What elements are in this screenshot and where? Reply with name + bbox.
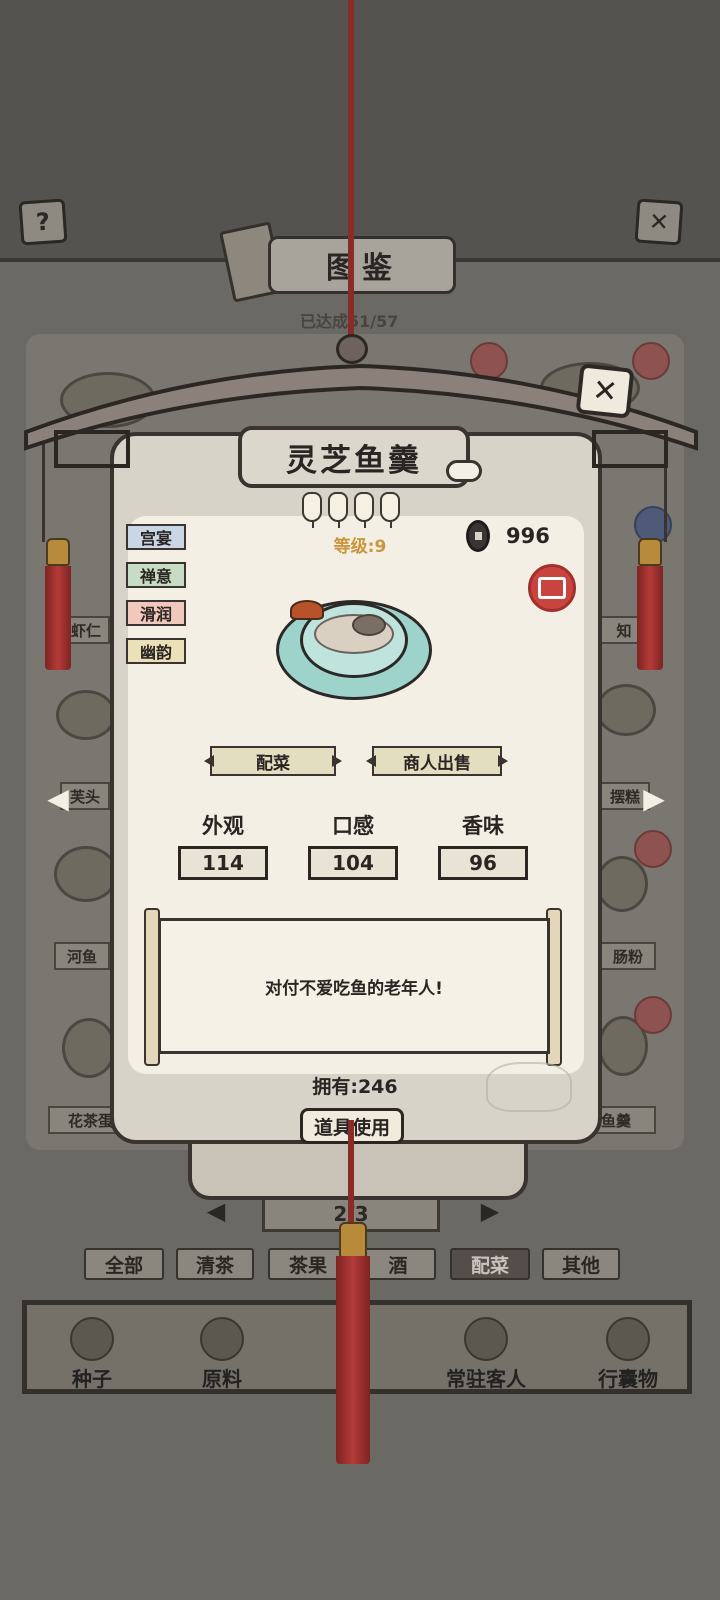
stat-label-aroma: 香味 <box>462 814 504 838</box>
red-tassel <box>45 566 71 670</box>
nav-seeds[interactable]: 种子 <box>44 1308 140 1392</box>
dish-thumbnail[interactable] <box>56 690 116 740</box>
exit-button[interactable]: ✕ <box>634 198 684 246</box>
top-background <box>0 0 720 262</box>
prev-dish-button[interactable]: ◀ <box>18 778 98 818</box>
chevron-right-icon: ▶ <box>643 781 665 815</box>
star-rating <box>302 492 406 528</box>
coin-icon <box>466 520 490 552</box>
lantern-star-icon <box>302 492 322 528</box>
jar-icon <box>70 1317 114 1361</box>
chevron-left-icon: ◀ <box>47 781 69 815</box>
close-icon: ✕ <box>590 372 620 410</box>
guest-avatar-icon <box>464 1317 508 1361</box>
close-modal-button[interactable]: ✕ <box>575 363 635 419</box>
robe-icon <box>606 1317 650 1361</box>
seal-icon <box>634 830 672 868</box>
tab-side-dish[interactable]: 配菜 <box>450 1248 530 1280</box>
help-button[interactable]: ? <box>18 198 68 246</box>
palace-seal-icon <box>528 564 576 612</box>
red-tassel <box>637 566 663 670</box>
stat-value-appearance: 114 <box>178 846 268 880</box>
tab-tea[interactable]: 清茶 <box>176 1248 254 1280</box>
hanging-rope <box>348 0 354 350</box>
next-page-button[interactable]: ▶ <box>460 1197 520 1225</box>
merchant-sell-button[interactable]: 商人出售 <box>372 746 502 776</box>
dish-thumbnail[interactable] <box>62 1018 116 1078</box>
dish-price: 996 <box>506 524 550 548</box>
hanging-rope <box>348 1120 354 1230</box>
teapot-icon <box>486 1062 572 1112</box>
dish-label: 肠粉 <box>600 942 656 970</box>
lingzhi-mushroom-shape <box>290 600 324 620</box>
lantern-star-icon <box>328 492 348 528</box>
tassel-cap <box>339 1222 367 1258</box>
tab-wine[interactable]: 酒 <box>360 1248 436 1280</box>
nav-label: 原料 <box>202 1367 242 1391</box>
chevron-right-icon: ▶ <box>480 1197 500 1225</box>
nav-ingredients[interactable]: 原料 <box>174 1308 270 1392</box>
dish-description: 对付不爱吃鱼的老年人! <box>158 918 550 1054</box>
lantern-star-icon <box>354 492 374 528</box>
leaf-icon <box>200 1317 244 1361</box>
collection-progress: 已达成51/57 <box>300 308 440 331</box>
dish-thumbnail[interactable] <box>596 856 648 912</box>
lantern-star-icon <box>380 492 400 528</box>
tag-elegant: 幽韵 <box>126 638 186 664</box>
next-dish-button[interactable]: ▶ <box>614 778 694 818</box>
owned-count: 拥有:246 <box>312 1076 398 1098</box>
chevron-left-icon: ◀ <box>206 1197 226 1225</box>
red-tassel <box>336 1256 370 1464</box>
pair-dish-button[interactable]: 配菜 <box>210 746 336 776</box>
dish-name: 灵芝鱼羹 <box>238 426 470 488</box>
question-icon: ? <box>35 207 51 237</box>
dish-level: 等级:9 <box>333 537 387 557</box>
tassel-cap <box>638 538 662 566</box>
tab-all[interactable]: 全部 <box>84 1248 164 1280</box>
page-title: 图鉴 <box>268 236 456 294</box>
tag-banquet: 宫宴 <box>126 524 186 550</box>
prev-page-button[interactable]: ◀ <box>186 1197 246 1225</box>
seal-icon <box>634 996 672 1034</box>
nav-label: 行囊物 <box>598 1367 658 1391</box>
dish-label: 河鱼 <box>54 942 110 970</box>
stat-label-taste: 口感 <box>332 814 374 838</box>
nav-label: 种子 <box>72 1367 112 1391</box>
fish-piece-shape <box>352 614 386 636</box>
nav-inventory[interactable]: 行囊物 <box>578 1308 678 1392</box>
tab-other[interactable]: 其他 <box>542 1248 620 1280</box>
nav-regular-guests[interactable]: 常驻客人 <box>436 1308 536 1392</box>
nav-label: 常驻客人 <box>446 1367 526 1391</box>
tag-zen: 禅意 <box>126 562 186 588</box>
frame-knob <box>336 334 368 364</box>
tassel-cap <box>46 538 70 566</box>
dish-thumbnail[interactable] <box>54 846 118 902</box>
cloud-icon <box>446 460 482 482</box>
dish-thumbnail[interactable] <box>596 684 656 736</box>
stat-label-appearance: 外观 <box>202 814 244 838</box>
stat-value-aroma: 96 <box>438 846 528 880</box>
stat-value-taste: 104 <box>308 846 398 880</box>
close-icon: ✕ <box>647 207 670 237</box>
tag-smooth: 滑润 <box>126 600 186 626</box>
